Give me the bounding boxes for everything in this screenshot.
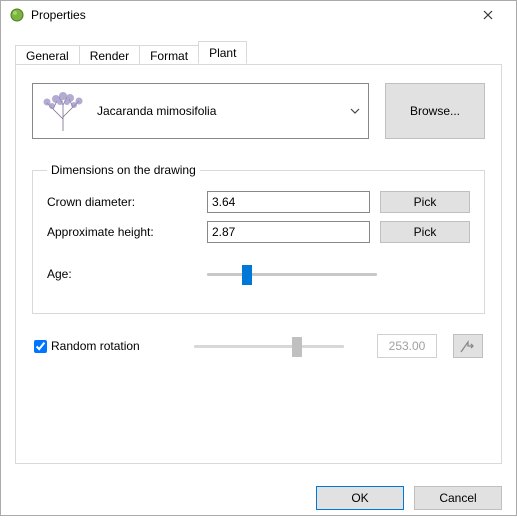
random-rotation-label: Random rotation — [51, 339, 140, 353]
rotation-value-display: 253.00 — [377, 334, 437, 358]
tab-plant[interactable]: Plant — [198, 41, 247, 64]
rotation-pick-icon — [460, 339, 476, 353]
dimensions-legend: Dimensions on the drawing — [47, 163, 200, 177]
chevron-down-icon — [350, 105, 360, 117]
rotation-row: Random rotation 253.00 — [32, 334, 485, 358]
window-title: Properties — [31, 8, 86, 22]
crown-diameter-input[interactable] — [207, 191, 370, 213]
plant-select-row: Jacaranda mimosifolia Browse... — [32, 83, 485, 139]
close-button[interactable] — [468, 1, 508, 29]
tab-render[interactable]: Render — [79, 45, 140, 65]
tab-panel-plant: Jacaranda mimosifolia Browse... Dimensio… — [15, 64, 502, 464]
app-icon — [9, 7, 25, 23]
tab-format[interactable]: Format — [139, 45, 199, 65]
content-area: General Render Format Plant — [1, 29, 516, 476]
tree-icon — [39, 89, 87, 133]
age-label: Age: — [47, 267, 197, 281]
cancel-button[interactable]: Cancel — [414, 486, 502, 510]
plant-name-label: Jacaranda mimosifolia — [97, 104, 340, 118]
rotation-pick-button[interactable] — [453, 334, 483, 358]
random-rotation-checkbox-wrap[interactable]: Random rotation — [34, 339, 184, 353]
age-slider[interactable] — [207, 263, 377, 285]
ok-button[interactable]: OK — [316, 486, 404, 510]
approx-height-input[interactable] — [207, 221, 370, 243]
crown-diameter-label: Crown diameter: — [47, 195, 197, 209]
dimensions-group: Dimensions on the drawing Crown diameter… — [32, 163, 485, 314]
rotation-slider[interactable] — [194, 335, 344, 357]
tab-general[interactable]: General — [15, 45, 80, 65]
tab-bar: General Render Format Plant — [15, 41, 502, 64]
pick-height-button[interactable]: Pick — [380, 221, 470, 243]
pick-crown-button[interactable]: Pick — [380, 191, 470, 213]
approx-height-label: Approximate height: — [47, 225, 197, 239]
plant-dropdown[interactable]: Jacaranda mimosifolia — [32, 83, 369, 139]
random-rotation-checkbox[interactable] — [34, 340, 47, 353]
titlebar: Properties — [1, 1, 516, 29]
browse-button[interactable]: Browse... — [385, 83, 485, 139]
dialog-footer: OK Cancel — [1, 476, 516, 524]
